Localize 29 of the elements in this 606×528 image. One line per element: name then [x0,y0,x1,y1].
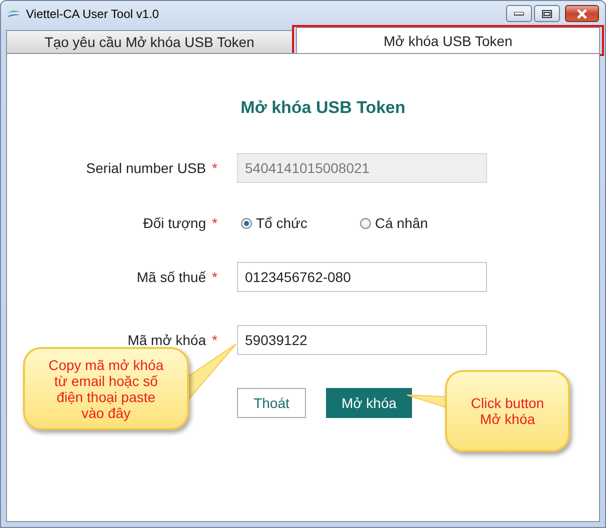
minimize-icon [514,12,524,16]
maximize-icon [542,10,552,18]
app-logo-icon [7,9,21,19]
unlock-button[interactable]: Mở khóa [326,388,412,418]
field-label: Mã số thuế [136,269,206,285]
form-heading: Mở khóa USB Token [240,98,406,118]
required-mark: * [211,160,218,176]
input-field[interactable]: 0123456762-080 [237,262,487,292]
field-label: Serial number USB [85,160,206,176]
exit-button[interactable]: Thoát [237,388,306,418]
required-mark: * [211,332,218,348]
field-label: Mã mở khóa [126,332,206,348]
required-mark: * [211,269,218,285]
required-mark: * [211,215,218,231]
radio-button[interactable] [241,218,252,228]
input-field[interactable]: 59039122 [237,325,487,355]
minimize-button[interactable] [506,5,532,22]
tab[interactable]: Tạo yêu cầu Mở khóa USB Token [6,30,293,53]
callout-note: Click button Mở khóa [445,370,570,452]
radio-label[interactable]: Cá nhân [375,215,428,231]
maximize-button[interactable] [534,5,560,22]
close-button[interactable] [565,5,599,22]
radio-label[interactable]: Tổ chức [256,215,308,231]
close-icon [576,8,588,18]
window-title: Viettel-CA User Tool v1.0 [26,7,159,21]
callout-note: Copy mã mở khóa từ email hoặc số điện thoại paste vào đây [23,347,189,430]
field-label: Đối tượng [142,215,206,231]
tab[interactable]: Mở khóa USB Token [296,27,600,53]
radio-button[interactable] [360,218,371,228]
